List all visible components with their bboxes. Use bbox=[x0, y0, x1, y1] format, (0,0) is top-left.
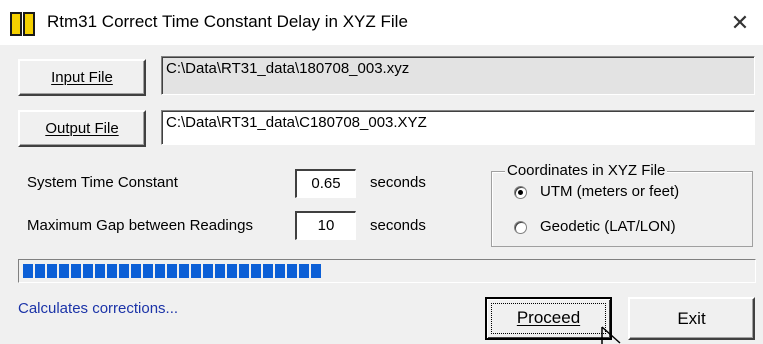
time-constant-unit: seconds bbox=[370, 174, 426, 191]
time-constant-label: System Time Constant bbox=[27, 174, 178, 191]
progress-segment bbox=[311, 264, 321, 278]
progress-segment bbox=[35, 264, 45, 278]
progress-bar bbox=[18, 259, 756, 283]
progress-segment bbox=[119, 264, 129, 278]
progress-segment bbox=[95, 264, 105, 278]
max-gap-label: Maximum Gap between Readings bbox=[27, 217, 253, 234]
progress-segment bbox=[191, 264, 201, 278]
status-text: Calculates corrections... bbox=[18, 300, 179, 317]
utm-option-label[interactable]: UTM (meters or feet) bbox=[540, 183, 679, 200]
utm-radio[interactable] bbox=[514, 186, 527, 199]
progress-segment bbox=[227, 264, 237, 278]
max-gap-unit: seconds bbox=[370, 217, 426, 234]
progress-segment bbox=[71, 264, 81, 278]
input-file-button-label: Input File bbox=[51, 69, 113, 86]
coordinates-legend: Coordinates in XYZ File bbox=[505, 162, 668, 179]
progress-segment bbox=[239, 264, 249, 278]
progress-segment bbox=[263, 264, 273, 278]
progress-segment bbox=[107, 264, 117, 278]
progress-segment bbox=[155, 264, 165, 278]
proceed-focus-rect bbox=[491, 303, 606, 334]
progress-segment bbox=[47, 264, 57, 278]
exit-button[interactable]: Exit bbox=[628, 297, 755, 340]
utm-radio-dot bbox=[518, 190, 523, 195]
output-file-button[interactable]: Output File bbox=[18, 110, 146, 147]
time-constant-input[interactable]: 0.65 bbox=[295, 169, 356, 198]
progress-segment bbox=[203, 264, 213, 278]
progress-segment bbox=[143, 264, 153, 278]
exit-button-label: Exit bbox=[677, 309, 706, 328]
mouse-cursor-icon bbox=[601, 326, 621, 344]
progress-segment bbox=[299, 264, 309, 278]
progress-segment bbox=[179, 264, 189, 278]
max-gap-input[interactable]: 10 bbox=[295, 211, 356, 240]
output-file-path[interactable]: C:\Data\RT31_data\C180708_003.XYZ bbox=[161, 110, 755, 145]
geodetic-option-label[interactable]: Geodetic (LAT/LON) bbox=[540, 218, 676, 235]
app-icon bbox=[10, 12, 36, 36]
progress-segment bbox=[215, 264, 225, 278]
progress-segment bbox=[275, 264, 285, 278]
input-file-button[interactable]: Input File bbox=[18, 59, 146, 96]
geodetic-radio[interactable] bbox=[514, 221, 527, 234]
close-icon[interactable]: ✕ bbox=[717, 0, 763, 45]
output-file-button-label: Output File bbox=[45, 120, 119, 137]
window-title: Rtm31 Correct Time Constant Delay in XYZ… bbox=[47, 12, 408, 31]
progress-segment bbox=[23, 264, 33, 278]
progress-segment bbox=[251, 264, 261, 278]
title-bar: Rtm31 Correct Time Constant Delay in XYZ… bbox=[0, 0, 763, 45]
progress-segment bbox=[83, 264, 93, 278]
progress-segment bbox=[131, 264, 141, 278]
progress-segment bbox=[287, 264, 297, 278]
progress-segment bbox=[167, 264, 177, 278]
input-file-path[interactable]: C:\Data\RT31_data\180708_003.xyz bbox=[161, 56, 755, 95]
progress-segment bbox=[59, 264, 69, 278]
